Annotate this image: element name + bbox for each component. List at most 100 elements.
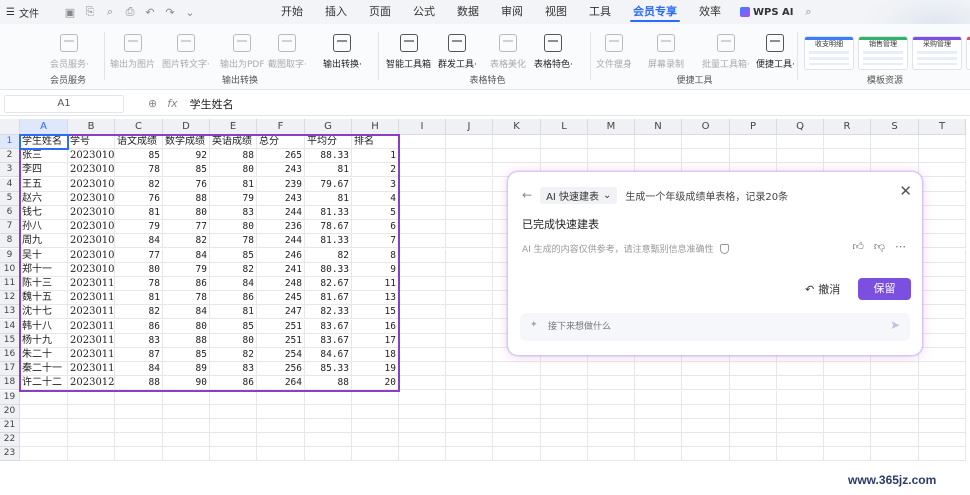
cell[interactable]: 1 <box>352 149 399 164</box>
cell[interactable]: 80 <box>210 163 257 178</box>
cell[interactable]: 78 <box>115 163 163 178</box>
column-header[interactable]: F <box>257 119 305 135</box>
cell[interactable]: 英语成绩 <box>210 135 257 149</box>
cell[interactable]: 秦二十一 <box>20 362 68 377</box>
cell[interactable] <box>446 348 493 362</box>
column-header[interactable]: G <box>305 119 352 135</box>
cell[interactable]: 80 <box>115 262 163 277</box>
cell[interactable] <box>541 419 588 433</box>
cell[interactable] <box>493 433 541 448</box>
column-header[interactable]: J <box>446 119 493 135</box>
cell[interactable] <box>730 404 777 419</box>
cell[interactable] <box>352 433 399 448</box>
cell[interactable] <box>919 362 966 377</box>
cell[interactable]: 总分 <box>257 135 305 149</box>
back-arrow-icon[interactable]: ← <box>522 188 532 202</box>
cell[interactable] <box>588 447 635 462</box>
cell[interactable]: 20230107 <box>68 234 115 249</box>
column-header[interactable]: D <box>163 119 210 135</box>
cell[interactable] <box>257 419 305 433</box>
select-all-corner[interactable] <box>0 119 20 135</box>
cell[interactable] <box>871 149 919 164</box>
column-header[interactable]: L <box>541 119 588 135</box>
cell[interactable] <box>115 390 163 405</box>
cell[interactable]: 20230104 <box>68 191 115 206</box>
cell[interactable]: 郑十一 <box>20 262 68 277</box>
cell[interactable] <box>730 447 777 462</box>
cell[interactable]: 20 <box>352 376 399 391</box>
cell[interactable] <box>257 447 305 462</box>
cell[interactable] <box>305 404 352 419</box>
cell[interactable] <box>399 376 446 391</box>
cell[interactable]: 9 <box>352 262 399 277</box>
cell[interactable]: 80.33 <box>305 262 352 277</box>
ribbon-button-2-0[interactable]: 智能工具箱 <box>386 34 431 70</box>
cell[interactable] <box>635 135 682 149</box>
cell[interactable]: 241 <box>257 262 305 277</box>
cell[interactable] <box>588 419 635 433</box>
ribbon-button-3-3[interactable]: 便捷工具· <box>756 34 795 70</box>
cell[interactable]: 20230120 <box>68 376 115 391</box>
row-header[interactable]: 4 <box>0 177 20 192</box>
cell[interactable]: 13 <box>352 291 399 306</box>
cell[interactable] <box>20 390 68 405</box>
cell[interactable]: 20230109 <box>68 262 115 277</box>
column-header[interactable]: Q <box>777 119 824 135</box>
cell[interactable] <box>399 191 446 206</box>
cell[interactable]: 学生姓名 <box>20 135 68 149</box>
cell[interactable] <box>635 149 682 164</box>
cell[interactable] <box>919 220 966 235</box>
row-header[interactable]: 9 <box>0 248 20 263</box>
cell[interactable]: 排名 <box>352 135 399 149</box>
cell[interactable] <box>352 404 399 419</box>
cell[interactable]: 245 <box>257 291 305 306</box>
column-header[interactable]: O <box>682 119 730 135</box>
cell[interactable] <box>919 206 966 220</box>
cell[interactable]: 247 <box>257 305 305 320</box>
cell[interactable]: 246 <box>257 248 305 263</box>
ribbon-button-3-1[interactable]: 屏幕录制 <box>648 34 684 70</box>
cell[interactable] <box>777 447 824 462</box>
cell[interactable]: 244 <box>257 206 305 220</box>
cell[interactable] <box>493 419 541 433</box>
column-header[interactable]: A <box>20 119 68 135</box>
cell[interactable] <box>399 291 446 306</box>
cell[interactable] <box>682 433 730 448</box>
cell[interactable] <box>20 433 68 448</box>
cell[interactable] <box>446 277 493 291</box>
cell[interactable]: 81 <box>115 291 163 306</box>
cell[interactable] <box>730 135 777 149</box>
ai-mode-select[interactable]: AI 快速建表 ⌄ <box>540 186 618 204</box>
cell[interactable]: 沈十七 <box>20 305 68 320</box>
cell[interactable] <box>493 362 541 377</box>
cell[interactable] <box>777 419 824 433</box>
cell[interactable] <box>682 362 730 377</box>
cell[interactable]: 平均分 <box>305 135 352 149</box>
cell[interactable]: 82 <box>305 248 352 263</box>
cell[interactable]: 86 <box>163 277 210 291</box>
cell[interactable] <box>446 404 493 419</box>
cell[interactable]: 杨十九 <box>20 333 68 348</box>
cell[interactable]: 80 <box>163 319 210 334</box>
cell[interactable]: 17 <box>352 333 399 348</box>
undo-button[interactable]: ↶ 撤消 <box>805 281 840 297</box>
cell[interactable]: 许二十二 <box>20 376 68 391</box>
cell[interactable] <box>541 149 588 164</box>
cell[interactable] <box>777 135 824 149</box>
cell[interactable]: 236 <box>257 220 305 235</box>
cell[interactable]: 83 <box>115 333 163 348</box>
cell[interactable] <box>446 163 493 178</box>
cell[interactable]: 76 <box>163 177 210 192</box>
cell[interactable]: 85.33 <box>305 362 352 377</box>
ribbon-button-3-2[interactable]: 批量工具箱· <box>702 34 750 70</box>
cell[interactable]: 81 <box>210 305 257 320</box>
ribbon-button-1-2[interactable]: 输出为PDF <box>220 34 265 70</box>
cell[interactable] <box>68 447 115 462</box>
cell[interactable]: 80 <box>210 333 257 348</box>
tab-9[interactable]: 效率 <box>688 0 732 24</box>
cell[interactable] <box>257 433 305 448</box>
tab-4[interactable]: 数据 <box>446 0 490 24</box>
cell[interactable] <box>399 433 446 448</box>
cell[interactable]: 20230105 <box>68 206 115 220</box>
cell[interactable]: 18 <box>352 348 399 362</box>
